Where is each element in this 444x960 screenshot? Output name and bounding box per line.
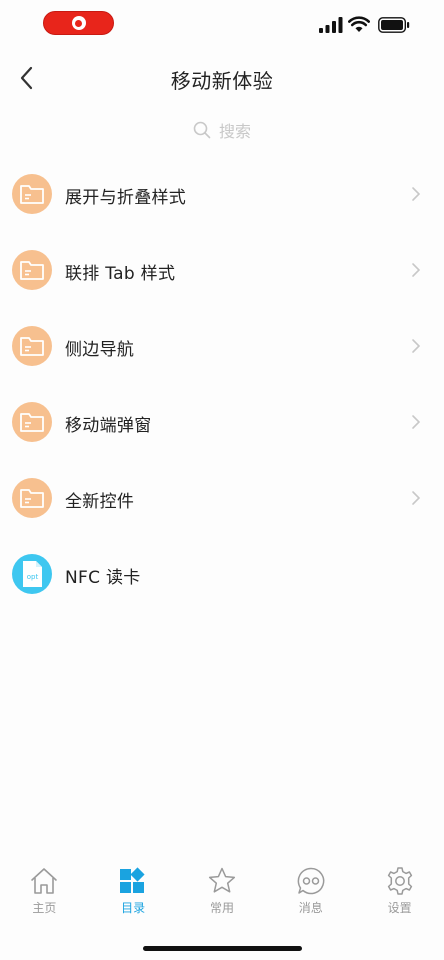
catalog-icon [120,867,145,893]
search-bar[interactable]: 搜索 [150,116,294,144]
menu-item-nfc-read[interactable]: opt NFC 读卡 [0,536,444,612]
folder-icon [12,478,52,518]
nav-header: 移动新体验 [0,56,444,100]
tab-label: 目录 [121,901,146,915]
menu-item-expand-collapse[interactable]: 展开与折叠样式 [0,156,444,232]
menu-item-label: 移动端弹窗 [65,416,152,436]
chevron-right-icon [412,339,421,353]
screen-recording-indicator[interactable] [43,11,114,35]
tab-label: 设置 [387,901,412,915]
menu-item-label: 侧边导航 [65,340,135,360]
menu-item-label: NFC 读卡 [65,568,141,588]
chevron-right-icon [412,491,421,505]
chevron-right-icon [412,187,421,201]
tab-label: 主页 [32,901,57,915]
tab-label: 常用 [209,901,234,915]
menu-item-label: 展开与折叠样式 [65,188,187,208]
folder-icon [12,250,52,290]
menu-item-side-nav[interactable]: 侧边导航 [0,308,444,384]
tab-settings[interactable]: 设置 [356,866,444,926]
status-bar [0,0,444,46]
home-icon [31,868,58,894]
folder-icon [12,402,52,442]
menu-item-tab-style[interactable]: 联排 Tab 样式 [0,232,444,308]
chevron-right-icon [412,263,421,277]
tab-bar: 主页 目录 常用 消息 设置 [0,866,444,926]
home-indicator[interactable] [143,946,302,951]
menu-item-new-controls[interactable]: 全新控件 [0,460,444,536]
menu-list: 展开与折叠样式 联排 Tab 样式 侧边导航 移动端弹窗 全新控件 opt NF… [0,156,444,612]
menu-item-label: 全新控件 [65,492,135,512]
menu-item-label: 联排 Tab 样式 [65,264,176,284]
message-icon [297,867,325,895]
folder-icon [12,326,52,366]
menu-item-mobile-popup[interactable]: 移动端弹窗 [0,384,444,460]
tab-messages[interactable]: 消息 [267,866,355,926]
page-title: 移动新体验 [170,69,274,93]
nfc-file-label: opt [27,573,39,581]
search-icon [193,121,211,139]
star-icon [208,867,236,893]
wifi-icon [348,16,370,32]
nfc-file-icon: opt [12,554,52,594]
chevron-right-icon [412,415,421,429]
tab-catalog[interactable]: 目录 [89,866,177,926]
folder-icon [12,174,52,214]
tab-favorites[interactable]: 常用 [178,866,266,926]
record-icon [71,16,86,30]
tab-label: 消息 [298,901,323,915]
settings-icon [387,867,412,895]
search-placeholder: 搜索 [218,122,251,141]
battery-icon [378,17,410,33]
cellular-signal-icon [319,17,343,33]
tab-home[interactable]: 主页 [0,866,88,926]
